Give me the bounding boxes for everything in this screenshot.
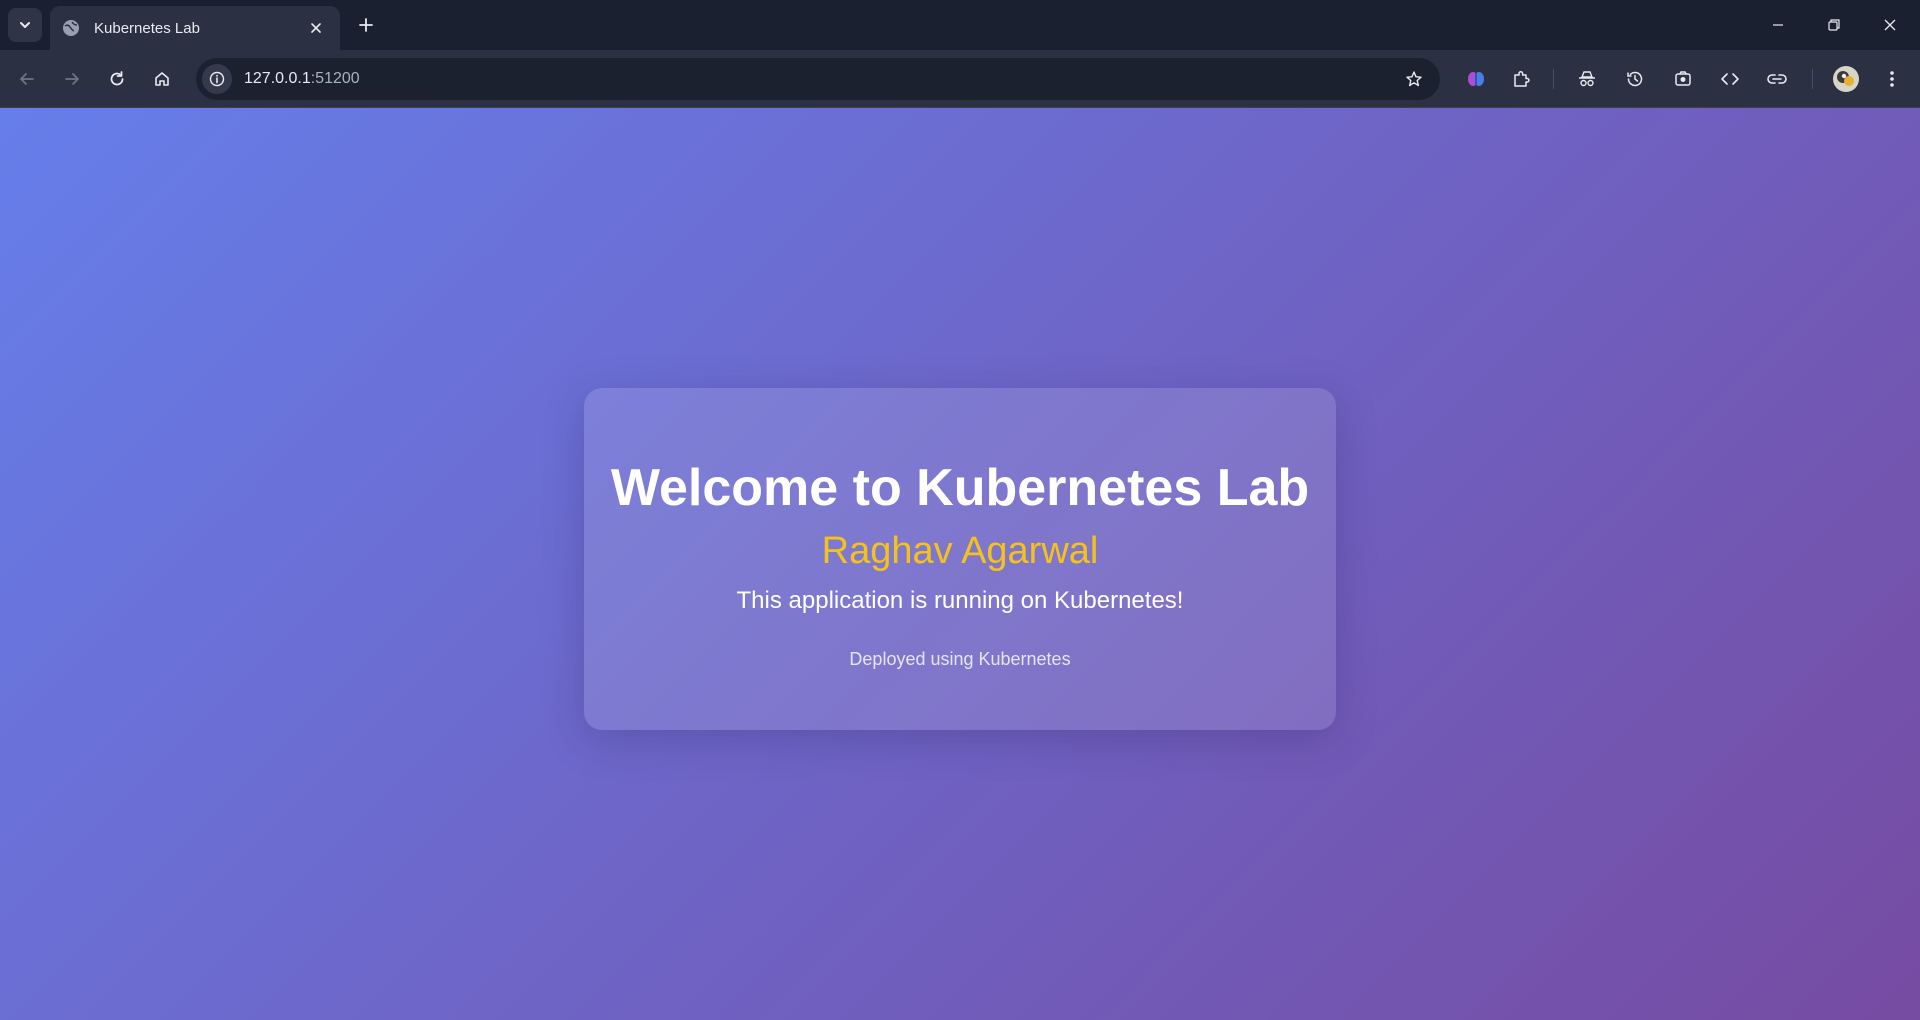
- toolbar-divider: [1812, 69, 1813, 89]
- code-icon: [1721, 73, 1739, 85]
- site-info-button[interactable]: [202, 64, 232, 94]
- back-button[interactable]: [11, 63, 43, 95]
- star-icon: [1406, 71, 1422, 87]
- tab-title: Kubernetes Lab: [94, 19, 200, 37]
- extensions-button[interactable]: [1505, 63, 1537, 95]
- arrow-left-icon: [20, 73, 34, 85]
- brain-extension-icon: [1468, 72, 1484, 86]
- welcome-card: Welcome to Kubernetes Lab Raghav Agarwal…: [584, 387, 1336, 730]
- link-icon: [1767, 74, 1787, 84]
- url-text: 127.0.0.1:51200: [244, 70, 1398, 88]
- kebab-menu-icon: [1890, 71, 1894, 87]
- author-name: Raghav Agarwal: [821, 529, 1099, 572]
- page-viewport: Welcome to Kubernetes Lab Raghav Agarwal…: [0, 108, 1920, 1020]
- tab-search-button[interactable]: [8, 8, 42, 42]
- plus-icon: [359, 18, 373, 32]
- restore-button[interactable]: [1806, 0, 1862, 50]
- reload-icon: [110, 71, 124, 86]
- arrow-right-icon: [65, 73, 79, 85]
- close-window-button[interactable]: [1862, 0, 1918, 50]
- history-icon: [1627, 71, 1643, 87]
- url-host: 127.0.0.1: [244, 70, 311, 87]
- chevron-down-icon: [20, 22, 30, 28]
- status-message: This application is running on Kubernete…: [736, 586, 1184, 614]
- bookmark-button[interactable]: [1398, 63, 1430, 95]
- incognito-button[interactable]: [1571, 63, 1603, 95]
- minimize-button[interactable]: [1750, 0, 1806, 50]
- history-button[interactable]: [1619, 63, 1651, 95]
- forward-button[interactable]: [56, 63, 88, 95]
- camera-capture-icon: [1675, 71, 1691, 86]
- address-bar[interactable]: 127.0.0.1:51200: [196, 58, 1440, 100]
- tab-active[interactable]: Kubernetes Lab: [50, 6, 340, 50]
- home-icon: [155, 72, 169, 86]
- browser-menu-button[interactable]: [1876, 63, 1908, 95]
- browser-toolbar: 127.0.0.1:51200: [0, 50, 1920, 108]
- close-icon: [1884, 19, 1896, 31]
- devtools-button[interactable]: [1714, 63, 1746, 95]
- toolbar-divider: [1553, 69, 1554, 89]
- avatar: [1833, 66, 1859, 92]
- reload-button[interactable]: [101, 63, 133, 95]
- restore-icon: [1828, 19, 1840, 31]
- profile-button[interactable]: [1830, 63, 1862, 95]
- incognito-icon: [1579, 71, 1595, 87]
- puzzle-icon: [1514, 70, 1530, 87]
- screenshot-button[interactable]: [1667, 63, 1699, 95]
- browser-window: Kubernetes Lab 127.0.0.1:51200 Welcome t…: [0, 0, 1920, 1020]
- home-button[interactable]: [146, 63, 178, 95]
- new-tab-button[interactable]: [352, 11, 380, 39]
- copy-link-button[interactable]: [1761, 63, 1793, 95]
- globe-icon: [62, 19, 80, 37]
- info-icon: [209, 71, 225, 87]
- minimize-icon: [1773, 24, 1783, 26]
- page-title: Welcome to Kubernetes Lab: [610, 458, 1310, 517]
- url-port: :51200: [310, 70, 360, 87]
- close-icon: [311, 23, 321, 33]
- tab-strip: Kubernetes Lab: [0, 0, 1920, 50]
- tab-close-button[interactable]: [304, 16, 328, 40]
- deployment-note: Deployed using Kubernetes: [849, 648, 1071, 669]
- extension-brain-button[interactable]: [1460, 63, 1492, 95]
